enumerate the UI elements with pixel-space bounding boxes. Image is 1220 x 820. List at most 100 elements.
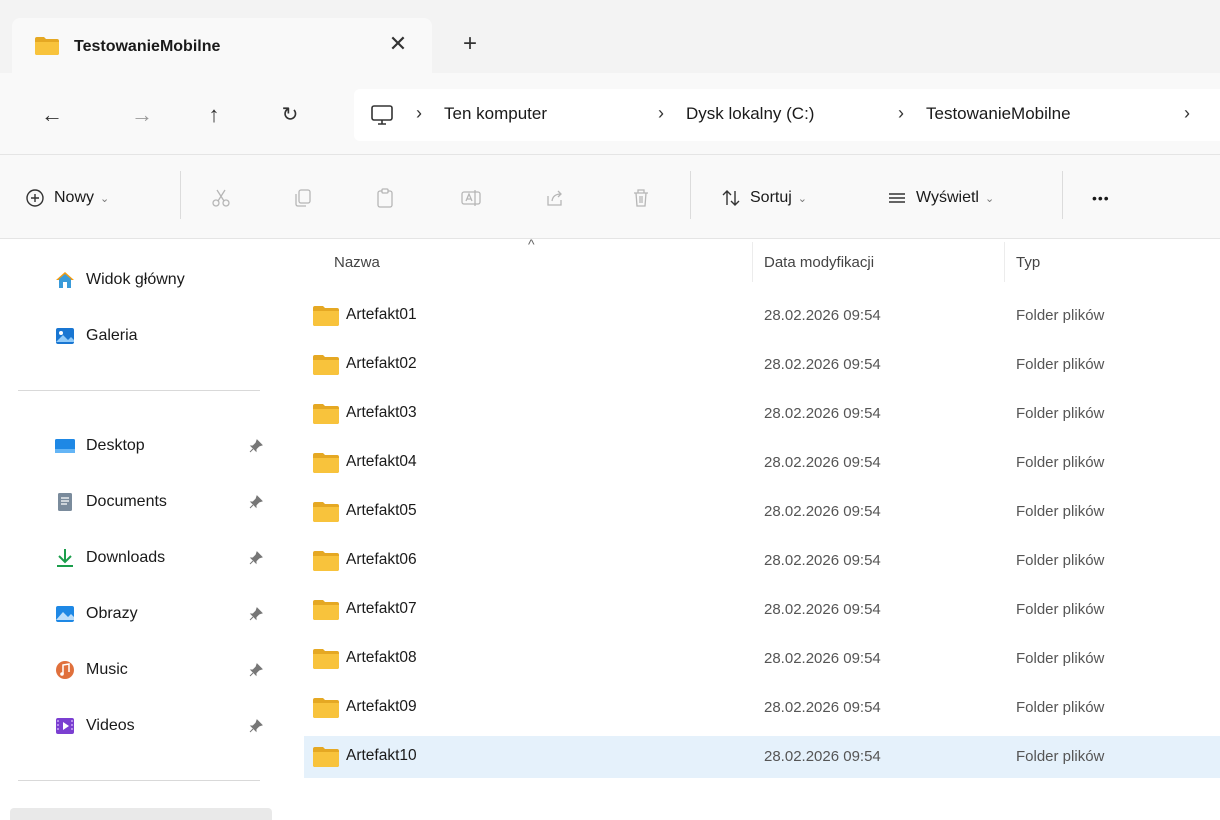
sidebar-item-label: Videos	[86, 717, 135, 734]
sort-ascending-indicator: ^	[528, 236, 535, 252]
column-divider[interactable]	[752, 242, 753, 282]
downloads-icon	[57, 549, 73, 567]
sidebar-divider	[18, 780, 260, 781]
rename-button[interactable]	[460, 185, 482, 211]
row-date: 28.02.2026 09:54	[764, 405, 881, 422]
divider	[1062, 171, 1063, 219]
row-type: Folder plików	[1016, 356, 1105, 373]
tab-title: TestowanieMobilne	[74, 38, 221, 55]
clipboard-icon	[377, 188, 393, 208]
sidebar-item-partial[interactable]	[10, 808, 272, 820]
sidebar-item-downloads[interactable]: Downloads	[54, 544, 165, 572]
breadcrumb-separator: ›	[1184, 103, 1190, 123]
folder-icon	[313, 747, 339, 767]
tab-testowaniemobilne[interactable]: TestowanieMobilne ✕	[12, 18, 432, 74]
row-date: 28.02.2026 09:54	[764, 503, 881, 520]
sort-button[interactable]: Sortuj ⌄	[720, 185, 807, 211]
forward-button[interactable]: →	[126, 99, 158, 131]
divider	[180, 171, 181, 219]
folder-icon	[313, 649, 339, 669]
table-row[interactable]: Artefakt10 28.02.2026 09:54 Folder plików	[304, 736, 1220, 778]
sidebar-item-home[interactable]: Widok główny	[54, 266, 185, 294]
sidebar-item-label: Widok główny	[86, 271, 185, 288]
refresh-button[interactable]: ↻	[274, 99, 306, 131]
sidebar-item-desktop[interactable]: Desktop	[54, 432, 145, 460]
row-name: Artefakt08	[346, 649, 417, 666]
row-type: Folder plików	[1016, 552, 1105, 569]
back-button[interactable]: ←	[36, 99, 68, 131]
desktop-icon	[55, 439, 75, 453]
row-name: Artefakt01	[346, 306, 417, 323]
sidebar-item-gallery[interactable]: Galeria	[54, 322, 138, 350]
table-row[interactable]: Artefakt04 28.02.2026 09:54 Folder plików	[304, 442, 1220, 484]
row-type: Folder plików	[1016, 503, 1105, 520]
table-row[interactable]: Artefakt07 28.02.2026 09:54 Folder plików	[304, 589, 1220, 631]
view-button[interactable]: Wyświetl ⌄	[886, 185, 994, 211]
share-button[interactable]	[544, 185, 566, 211]
pin-icon[interactable]	[248, 494, 264, 510]
folder-icon	[313, 404, 339, 424]
cut-button[interactable]	[210, 185, 232, 211]
table-row[interactable]: Artefakt01 28.02.2026 09:54 Folder plików	[304, 295, 1220, 337]
pin-icon[interactable]	[248, 550, 264, 566]
column-header-date[interactable]: Data modyfikacji	[764, 254, 874, 271]
share-icon	[547, 190, 562, 206]
table-row[interactable]: Artefakt05 28.02.2026 09:54 Folder plików	[304, 491, 1220, 533]
table-row[interactable]: Artefakt06 28.02.2026 09:54 Folder plików	[304, 540, 1220, 582]
pin-icon[interactable]	[248, 606, 264, 622]
more-options-button[interactable]: •••	[1092, 185, 1110, 211]
paste-button[interactable]	[374, 185, 396, 211]
folder-icon	[313, 698, 339, 718]
folder-icon	[313, 502, 339, 522]
table-row[interactable]: Artefakt08 28.02.2026 09:54 Folder plików	[304, 638, 1220, 680]
close-tab-button[interactable]: ✕	[384, 30, 412, 58]
address-bar[interactable]: › Ten komputer › Dysk lokalny (C:) › Tes…	[354, 89, 1220, 141]
sidebar-item-label: Desktop	[86, 437, 145, 454]
chevron-down-icon: ⌄	[984, 192, 995, 205]
up-button[interactable]: ↑	[198, 99, 230, 131]
trash-icon	[634, 189, 648, 207]
row-date: 28.02.2026 09:54	[764, 601, 881, 618]
copy-button[interactable]	[292, 185, 314, 211]
delete-button[interactable]	[630, 185, 652, 211]
pin-icon[interactable]	[248, 438, 264, 454]
divider	[690, 171, 691, 219]
row-type: Folder plików	[1016, 454, 1105, 471]
table-row[interactable]: Artefakt02 28.02.2026 09:54 Folder plików	[304, 344, 1220, 386]
sidebar-item-music[interactable]: Music	[54, 656, 128, 684]
column-header-name[interactable]: Nazwa	[334, 254, 380, 271]
sidebar-item-documents[interactable]: Documents	[54, 488, 167, 516]
breadcrumb-testowaniemobilne[interactable]: TestowanieMobilne	[926, 104, 1071, 124]
row-date: 28.02.2026 09:54	[764, 307, 881, 324]
breadcrumb-ten-komputer[interactable]: Ten komputer	[444, 104, 547, 124]
breadcrumb-separator: ›	[416, 103, 422, 123]
new-tab-button[interactable]: +	[456, 30, 484, 58]
table-row[interactable]: Artefakt09 28.02.2026 09:54 Folder plików	[304, 687, 1220, 729]
view-lines-icon	[889, 193, 905, 203]
table-row[interactable]: Artefakt03 28.02.2026 09:54 Folder plików	[304, 393, 1220, 435]
row-type: Folder plików	[1016, 650, 1105, 667]
sidebar-item-pictures[interactable]: Obrazy	[54, 600, 138, 628]
folder-icon	[313, 600, 339, 620]
view-label: Wyświetl	[916, 189, 979, 206]
column-divider[interactable]	[1004, 242, 1005, 282]
sidebar-item-videos[interactable]: Videos	[54, 712, 135, 740]
pin-icon[interactable]	[248, 718, 264, 734]
sidebar-item-label: Downloads	[86, 549, 166, 566]
command-bar: Nowy ⌄ Sortuj ⌄ Wyświetl ⌄ •••	[0, 155, 1220, 239]
tab-strip: TestowanieMobilne ✕ +	[0, 0, 1220, 74]
sidebar-item-label: Documents	[86, 493, 167, 510]
chevron-down-icon: ⌄	[100, 192, 110, 205]
row-type: Folder plików	[1016, 601, 1105, 618]
row-type: Folder plików	[1016, 699, 1105, 716]
row-name: Artefakt06	[346, 551, 417, 568]
pin-icon[interactable]	[248, 662, 264, 678]
column-header-type[interactable]: Typ	[1016, 254, 1040, 271]
breadcrumb-dysk-lokalny[interactable]: Dysk lokalny (C:)	[686, 104, 814, 124]
row-date: 28.02.2026 09:54	[764, 748, 881, 765]
breadcrumb-separator: ›	[658, 103, 664, 123]
row-date: 28.02.2026 09:54	[764, 699, 881, 716]
folder-icon	[313, 453, 339, 473]
row-name: Artefakt05	[346, 502, 417, 519]
new-button[interactable]: Nowy ⌄	[24, 185, 109, 211]
